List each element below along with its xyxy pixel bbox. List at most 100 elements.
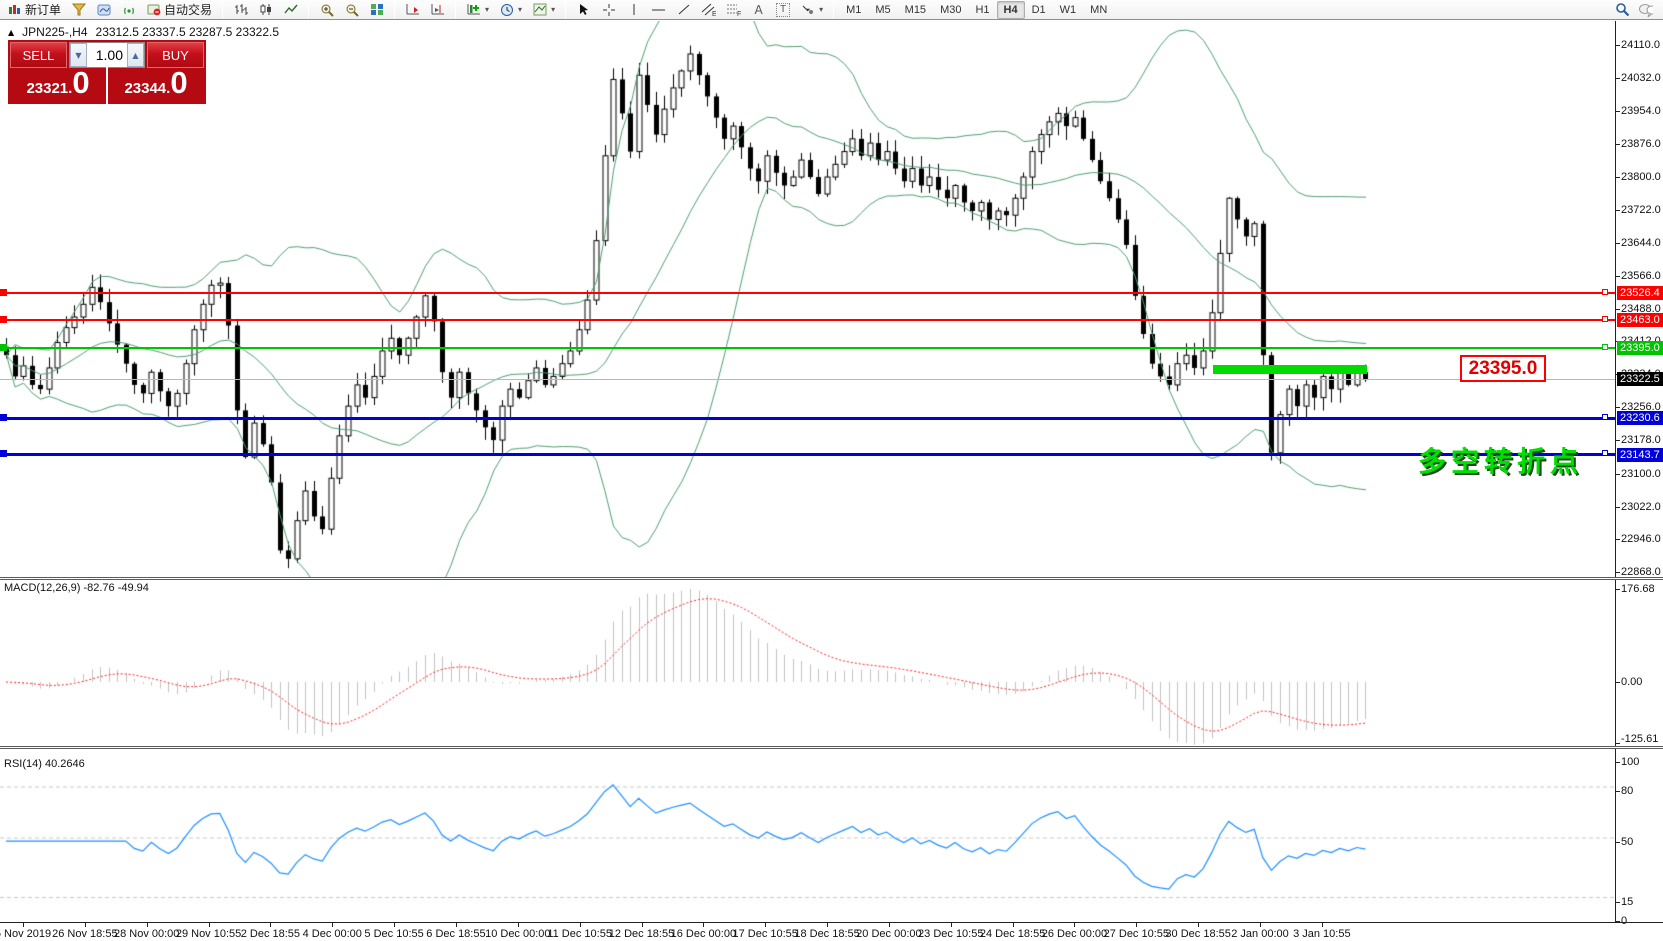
indicators-button[interactable]: ▾ [461,1,494,19]
trendline-tool-button[interactable] [671,1,696,19]
timeframe-h1[interactable]: H1 [968,1,996,19]
timeframe-h4[interactable]: H4 [997,1,1025,19]
zoom-out-button[interactable] [339,1,364,19]
funnel-button[interactable] [66,1,91,19]
collapse-triangle-icon[interactable]: ▲ [8,28,14,37]
line-left-handle[interactable] [0,344,7,351]
rsi-tick-label: 100 [1621,756,1663,768]
price-level-line[interactable] [0,347,1615,349]
line-right-handle[interactable] [1602,289,1608,295]
support-highlight-bar[interactable] [1213,365,1367,374]
templates-button[interactable]: ▾ [527,1,560,19]
line-right-handle[interactable] [1602,450,1608,456]
clock-icon [499,2,514,17]
turning-point-note[interactable]: 多空转折点 [1418,440,1583,480]
price-tick-mark [1615,474,1620,475]
timeframe-m30[interactable]: M30 [933,1,968,19]
line-left-handle[interactable] [0,316,7,323]
line-left-handle[interactable] [0,289,7,296]
timeframe-m5[interactable]: M5 [868,1,897,19]
price-level-line[interactable] [0,417,1615,420]
chart-symbol-timeframe: JPN225-,H4 [22,25,87,39]
time-axis[interactable]: 5 Nov 201926 Nov 18:5528 Nov 00:0029 Nov… [0,923,1663,941]
macd-tick-mark [1615,743,1620,744]
vertical-line-tool-button[interactable] [621,1,646,19]
chat-icon[interactable] [1638,2,1653,17]
rsi-tick-mark [1615,791,1620,792]
search-icon[interactable] [1615,2,1630,17]
rsi-tick-label: 0 [1621,915,1663,927]
periods-button[interactable]: ▾ [494,1,527,19]
price-level-line[interactable] [0,319,1615,321]
price-tick-mark [1615,78,1620,79]
line-right-handle[interactable] [1602,344,1608,350]
time-tick-mark [889,923,890,927]
rsi-panel-separator[interactable] [0,746,1663,749]
market-watch-button[interactable] [91,1,116,19]
time-tick-label: 26 Nov 18:55 [52,928,117,940]
signals-button[interactable] [116,1,141,19]
zoom-in-button[interactable] [314,1,339,19]
price-tick-mark [1615,276,1620,277]
time-tick-label: 24 Dec 18:55 [980,928,1045,940]
new-order-button[interactable]: 新订单 [2,1,66,19]
chart-shift-button[interactable] [425,1,450,19]
timeframe-w1[interactable]: W1 [1053,1,1084,19]
macd-panel-separator[interactable] [0,577,1663,580]
timeframe-d1[interactable]: D1 [1025,1,1053,19]
time-tick-mark [1013,923,1014,927]
auto-scroll-button[interactable] [400,1,425,19]
time-tick-label: 18 Dec 18:55 [794,928,859,940]
sell-button[interactable]: SELL [10,42,67,68]
time-tick-mark [23,923,24,927]
label-tool-button[interactable]: T [771,1,795,19]
timeframe-m15[interactable]: M15 [898,1,933,19]
line-chart-mode-button[interactable] [278,1,303,19]
time-tick-mark [765,923,766,927]
auto-trading-button[interactable]: 自动交易 [141,1,217,19]
arrows-tool-button[interactable]: ▾ [795,1,828,19]
time-tick-mark [951,923,952,927]
tile-windows-button[interactable] [364,1,389,19]
timeframe-group: M1M5M15M30H1H4D1W1MN [837,0,1116,20]
macd-tick-label: 0.00 [1621,676,1663,688]
buy-price[interactable]: 23344.0 [108,70,204,102]
volume-increase-button[interactable]: ▲ [127,43,144,67]
indicators-add-icon [466,2,481,17]
macd-tick-label: 176.68 [1621,583,1663,595]
chart-title: ▲ JPN225-,H4 23312.5 23337.5 23287.5 233… [8,25,279,39]
text-tool-button[interactable]: A [746,1,771,19]
price-tick-mark [1615,572,1620,573]
chart-shift-icon [430,2,445,17]
timeframe-m1[interactable]: M1 [839,1,868,19]
price-level-line[interactable] [0,292,1615,294]
macd-canvas[interactable] [0,581,1615,745]
crosshair-tool-button[interactable] [596,1,621,19]
sell-price[interactable]: 23321.0 [10,70,106,102]
candlestick-mode-button[interactable] [253,1,278,19]
line-right-handle[interactable] [1602,316,1608,322]
rsi-tick-mark [1615,762,1620,763]
cursor-tool-button[interactable] [571,1,596,19]
price-tick-label: 23566.0 [1621,270,1663,282]
volume-decrease-button[interactable]: ▼ [70,43,87,67]
bar-chart-icon [233,2,248,17]
price-tick-label: 23954.0 [1621,105,1663,117]
line-left-handle[interactable] [0,414,7,421]
line-chart-icon [283,2,298,17]
bar-chart-mode-button[interactable] [228,1,253,19]
rsi-canvas[interactable] [0,750,1615,922]
fibonacci-tool-button[interactable]: F [721,1,746,19]
horizontal-line-tool-button[interactable] [646,1,671,19]
line-left-handle[interactable] [0,450,7,457]
price-tick-mark [1615,309,1620,310]
line-right-handle[interactable] [1602,414,1608,420]
level-price-box[interactable]: 23395.0 [1460,355,1546,382]
time-tick-mark [1198,923,1199,927]
timeframe-mn[interactable]: MN [1083,1,1114,19]
channel-tool-button[interactable]: E [696,1,721,19]
price-chart-canvas[interactable] [0,21,1615,578]
price-level-line[interactable] [0,453,1615,456]
time-tick-mark [703,923,704,927]
auto-trading-icon [146,2,161,17]
